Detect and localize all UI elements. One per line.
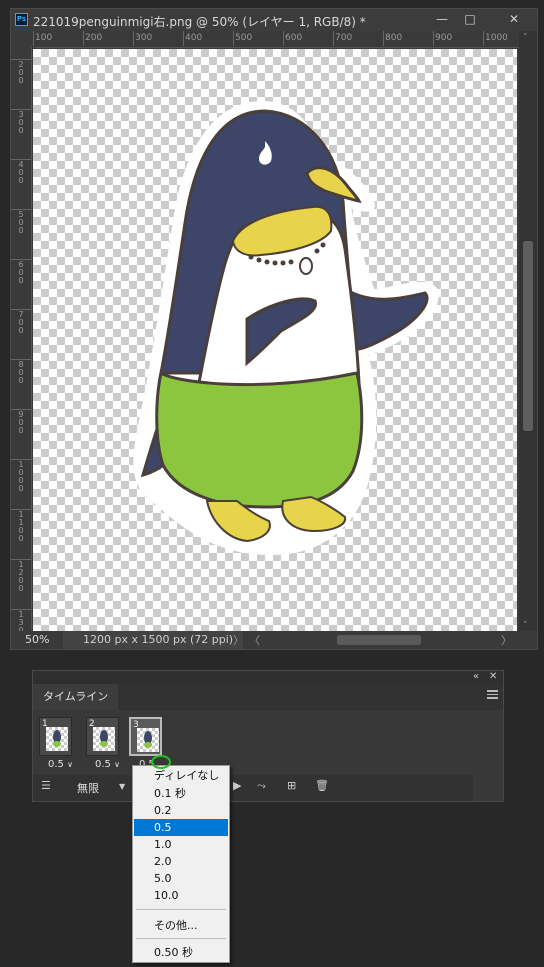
ruler-tick bbox=[283, 31, 284, 46]
delay-option[interactable]: 1.0 bbox=[134, 836, 228, 853]
ruler-tick bbox=[33, 31, 34, 46]
ruler-tick bbox=[333, 31, 334, 46]
status-bar: 50% 1200 px x 1500 px (72 ppi) 〉 〈 〉 bbox=[11, 631, 537, 649]
ruler-label: 400 bbox=[185, 33, 203, 43]
delay-option[interactable]: 10.0 bbox=[134, 887, 228, 904]
panel-close-icon[interactable]: ✕ bbox=[489, 671, 497, 682]
scroll-down-arrow[interactable]: ˅ bbox=[523, 621, 528, 631]
ruler-label: 900 bbox=[18, 410, 24, 435]
document-info-box[interactable]: 1200 px x 1500 px (72 ppi) bbox=[63, 631, 243, 649]
menu-separator bbox=[136, 938, 226, 939]
menu-separator bbox=[136, 909, 226, 910]
ruler-tick bbox=[433, 31, 434, 46]
animation-frame-1[interactable]: 1 bbox=[39, 717, 72, 756]
frame-1-delay[interactable]: 0.5 ∨ bbox=[48, 759, 73, 770]
ruler-tick bbox=[133, 31, 134, 46]
delay-option[interactable]: 2.0 bbox=[134, 853, 228, 870]
document-title-bar[interactable]: Ps 221019penguinmigi右.png @ 50% (レイヤー 1,… bbox=[11, 9, 537, 31]
penguin-illustration bbox=[133, 100, 439, 555]
chevron-down-icon: ∨ bbox=[67, 760, 73, 769]
panel-top-bar: « ✕ bbox=[33, 671, 503, 684]
frame-thumbnail bbox=[137, 728, 159, 752]
ruler-label: 300 bbox=[18, 110, 24, 135]
ruler-label: 800 bbox=[385, 33, 403, 43]
image-canvas[interactable] bbox=[33, 49, 517, 631]
play-icon[interactable]: ▶ bbox=[233, 779, 241, 792]
ruler-label: 900 bbox=[435, 33, 453, 43]
minimize-button[interactable]: — bbox=[429, 11, 455, 27]
delay-dropdown-menu: ディレイなし 0.1 秒 0.2 0.5 1.0 2.0 5.0 10.0 その… bbox=[132, 765, 230, 963]
delay-option[interactable]: 5.0 bbox=[134, 870, 228, 887]
animation-frame-2[interactable]: 2 bbox=[86, 717, 119, 756]
ruler-tick bbox=[383, 31, 384, 46]
ruler-label: 300 bbox=[135, 33, 153, 43]
ruler-label: 400 bbox=[18, 160, 24, 185]
scroll-right-arrow[interactable]: 〉 bbox=[501, 632, 512, 648]
chevron-down-icon: ∨ bbox=[114, 760, 120, 769]
ruler-label: 200 bbox=[18, 60, 24, 85]
ruler-label: 700 bbox=[18, 310, 24, 335]
ruler-label: 800 bbox=[18, 360, 24, 385]
ruler-tick bbox=[483, 31, 484, 46]
scroll-left-arrow[interactable]: 〈 bbox=[249, 632, 260, 648]
ruler-label: 600 bbox=[18, 260, 24, 285]
ruler-tick bbox=[233, 31, 234, 46]
horizontal-ruler[interactable]: 100 200 300 400 500 600 700 800 900 1000 bbox=[33, 31, 521, 48]
zoom-level[interactable]: 50% bbox=[25, 633, 49, 646]
ruler-label: 1000 bbox=[18, 460, 24, 493]
animation-frame-3[interactable]: 3 bbox=[129, 717, 162, 756]
ruler-label: 1200 bbox=[18, 560, 24, 593]
ruler-tick bbox=[183, 31, 184, 46]
ruler-label: 500 bbox=[18, 210, 24, 235]
panel-menu-icon[interactable] bbox=[487, 690, 498, 699]
vertical-scrollbar[interactable]: ˄ ˅ bbox=[519, 31, 537, 635]
convert-timeline-icon[interactable]: ☰ bbox=[41, 779, 51, 792]
frame-thumbnail bbox=[93, 727, 115, 751]
loop-count-select[interactable]: 無限 bbox=[77, 780, 99, 796]
annotation-circle bbox=[151, 755, 171, 769]
ruler-tick bbox=[83, 31, 84, 46]
loop-caret-icon[interactable]: ▼ bbox=[119, 782, 125, 791]
ruler-label: 200 bbox=[85, 33, 103, 43]
delay-value: 0.5 bbox=[95, 759, 111, 770]
delay-option[interactable]: ディレイなし bbox=[134, 767, 228, 784]
photoshop-app-icon: Ps bbox=[15, 13, 28, 26]
scroll-up-arrow[interactable]: ˄ bbox=[523, 33, 528, 43]
ruler-label: 1100 bbox=[18, 510, 24, 543]
frame-thumbnail bbox=[46, 727, 68, 751]
delay-value: 0.5 bbox=[48, 759, 64, 770]
maximize-button[interactable]: □ bbox=[457, 11, 483, 27]
current-delay-value: 0.50 秒 bbox=[154, 946, 193, 959]
panel-tab-row: タイムライン bbox=[33, 684, 503, 710]
frame-2-delay[interactable]: 0.5 ∨ bbox=[95, 759, 120, 770]
document-title: 221019penguinmigi右.png @ 50% (レイヤー 1, RG… bbox=[33, 15, 366, 29]
status-menu-arrow[interactable]: 〉 bbox=[233, 632, 244, 648]
vertical-ruler[interactable]: 200 300 400 500 600 700 800 900 1000 110… bbox=[11, 47, 32, 635]
new-frame-icon[interactable]: ⊞ bbox=[287, 779, 296, 792]
horizontal-scroll-thumb[interactable] bbox=[337, 635, 421, 645]
trash-icon[interactable]: 🗑 bbox=[315, 779, 329, 792]
penguin-shorts bbox=[155, 370, 364, 509]
delay-option[interactable]: 0.2 bbox=[134, 802, 228, 819]
ruler-label: 100 bbox=[35, 33, 53, 43]
document-info: 1200 px x 1500 px (72 ppi) bbox=[83, 633, 234, 646]
vertical-scroll-thumb[interactable] bbox=[523, 241, 533, 431]
delay-option-selected[interactable]: 0.5 bbox=[134, 819, 228, 836]
timeline-controls: ☰ 無限 ▼ ▶ ⤳ ⊞ 🗑 bbox=[33, 775, 473, 801]
delay-option-other[interactable]: その他... bbox=[134, 917, 228, 934]
ruler-label: 1000 bbox=[485, 33, 508, 43]
document-window: Ps 221019penguinmigi右.png @ 50% (レイヤー 1,… bbox=[10, 8, 538, 650]
tween-icon[interactable]: ⤳ bbox=[257, 779, 266, 793]
timeline-panel: « ✕ タイムライン 1 2 3 0.5 ∨ 0.5 ∨ 0.5 ☰ bbox=[32, 670, 504, 802]
ruler-label: 700 bbox=[335, 33, 353, 43]
collapse-icon[interactable]: « bbox=[473, 671, 479, 682]
tab-timeline[interactable]: タイムライン bbox=[33, 684, 119, 710]
close-button[interactable]: ✕ bbox=[501, 11, 527, 27]
delay-option[interactable]: 0.1 秒 bbox=[134, 785, 228, 802]
ruler-label: 500 bbox=[235, 33, 253, 43]
ruler-label: 600 bbox=[285, 33, 303, 43]
